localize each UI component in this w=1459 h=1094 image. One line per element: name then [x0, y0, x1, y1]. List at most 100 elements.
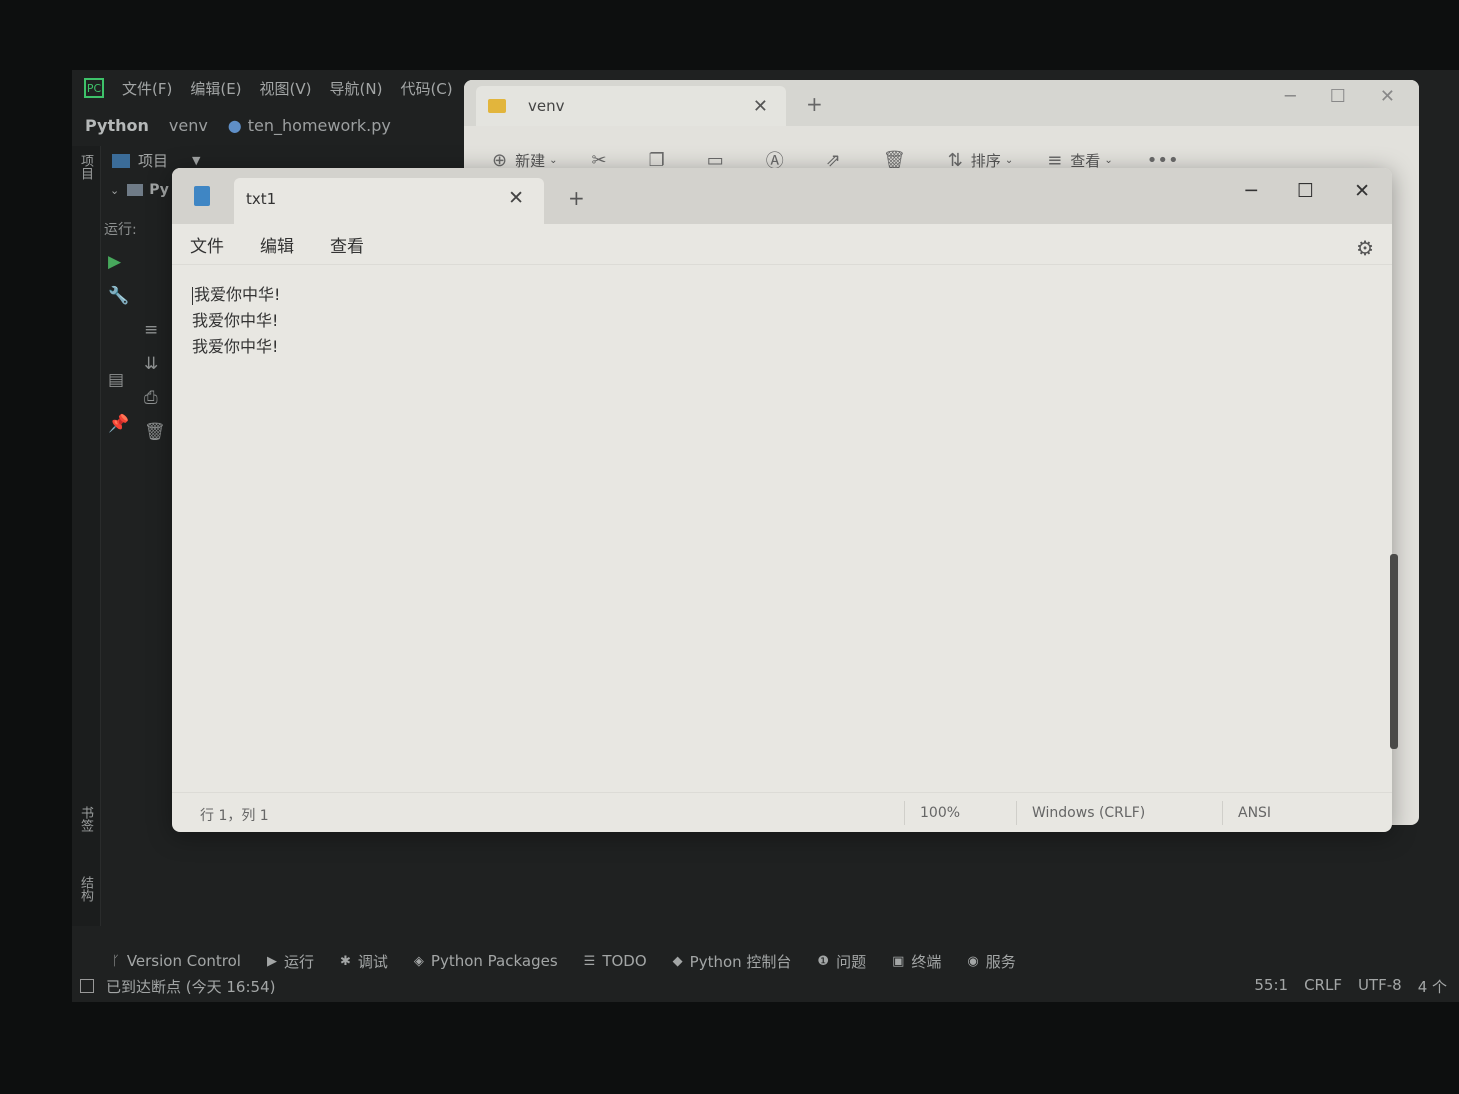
line-ending[interactable]: Windows (CRLF)	[1032, 805, 1145, 821]
line-separator[interactable]: CRLF	[1304, 976, 1342, 997]
minimize-icon[interactable]: ─	[1246, 180, 1257, 202]
ide-breadcrumb: Python venv ● ten_homework.py	[72, 110, 391, 140]
maximize-icon[interactable]: ☐	[1297, 180, 1314, 202]
project-tree-root[interactable]: ⌄ Py	[110, 182, 169, 198]
python-file-icon: ●	[227, 115, 242, 135]
ide-menu-file[interactable]: 文件(F)	[122, 78, 172, 99]
ide-menu-code[interactable]: 代码(C)	[400, 78, 452, 99]
breadcrumb-file[interactable]: ten_homework.py	[248, 116, 391, 135]
services-icon: ◉	[967, 953, 979, 969]
tab-label: Python Packages	[430, 952, 558, 970]
layout-icon[interactable]: ▤	[108, 370, 124, 390]
tool-tab-bookmarks[interactable]: 书签	[76, 806, 95, 832]
pin-icon[interactable]: 📌	[108, 414, 129, 434]
ide-left-tool-strip: 项目 书签 结构	[72, 146, 101, 926]
soft-wrap-icon[interactable]: ≡	[144, 320, 158, 340]
vertical-scrollbar[interactable]	[1390, 554, 1398, 749]
status-panel-toggle-icon[interactable]	[80, 979, 94, 993]
wrench-icon[interactable]: 🔧	[108, 286, 129, 306]
chevron-down-icon: ⌄	[1004, 154, 1014, 166]
layers-icon: ◈	[413, 953, 424, 969]
close-icon[interactable]: ✕	[1354, 180, 1370, 202]
encoding[interactable]: ANSI	[1238, 805, 1271, 821]
chevron-down-icon: ⌄	[1104, 154, 1113, 166]
print-icon[interactable]: ⎙	[144, 388, 158, 408]
status-divider	[1016, 801, 1017, 825]
python-icon: ◆	[672, 953, 683, 969]
tool-tab-todo[interactable]: ☰ TODO	[584, 952, 647, 970]
tool-tab-version-control[interactable]: ᚴ Version Control	[112, 952, 241, 970]
terminal-icon: ▣	[892, 953, 905, 969]
notepad-window: txt1 ✕ + ─ ☐ ✕ 文件 编辑 查看 ⚙ 我爱你中华! 我爱你中华! …	[172, 168, 1398, 832]
trash-icon[interactable]: 🗑	[144, 422, 166, 442]
notepad-tab-txt1[interactable]: txt1 ✕	[234, 178, 544, 224]
tool-tab-problems[interactable]: ❶ 问题	[817, 951, 866, 972]
folder-icon	[127, 184, 144, 196]
play-icon: ▶	[266, 953, 277, 969]
tool-tab-services[interactable]: ◉ 服务	[967, 951, 1015, 972]
tab-label: 终端	[911, 952, 942, 971]
rerun-icon[interactable]: ▶	[108, 252, 121, 272]
cursor-position: 行 1，列 1	[200, 808, 269, 824]
zoom-level[interactable]: 100%	[920, 805, 960, 821]
tree-expand-icon[interactable]: ⌄	[110, 184, 119, 197]
tool-tab-python-console[interactable]: ◆ Python 控制台	[673, 951, 792, 972]
notepad-menu-file[interactable]: 文件	[190, 232, 224, 257]
notepad-app-icon	[194, 186, 210, 206]
caret-position[interactable]: 55:1	[1254, 976, 1288, 997]
tab-label: 问题	[836, 952, 867, 971]
ide-menu-navigate[interactable]: 导航(N)	[330, 78, 383, 99]
notepad-titlebar: txt1 ✕ + ─ ☐ ✕	[172, 168, 1392, 224]
breadcrumb-folder[interactable]: venv	[169, 116, 208, 135]
indent-setting[interactable]: 4 个	[1418, 976, 1447, 997]
plus-icon[interactable]: +	[806, 92, 823, 116]
explorer-window-controls: ─ ☐ ✕	[1285, 86, 1395, 107]
close-icon[interactable]: ✕	[1380, 86, 1395, 107]
text-caret	[192, 286, 193, 305]
editor-line: 我爱你中华!	[192, 337, 279, 356]
close-icon[interactable]: ✕	[753, 96, 768, 117]
breadcrumb-project[interactable]: Python	[85, 116, 149, 135]
status-divider	[1222, 801, 1223, 825]
tab-label: 服务	[985, 952, 1016, 971]
plus-icon[interactable]: +	[568, 186, 585, 210]
run-panel-label: 运行:	[104, 222, 137, 238]
tool-tab-run[interactable]: ▶ 运行	[267, 951, 314, 972]
project-panel-label[interactable]: 项目	[138, 150, 168, 171]
tab-label: 调试	[357, 952, 388, 971]
pycharm-logo-icon: PC	[84, 78, 104, 98]
notepad-menu-view[interactable]: 查看	[330, 232, 364, 257]
folder-icon	[488, 99, 506, 113]
close-icon[interactable]: ✕	[508, 187, 524, 209]
status-message-text: 已到达断点 (今天 16:54)	[106, 977, 276, 996]
tool-tab-structure[interactable]: 结构	[76, 876, 95, 902]
editor-line: 我爱你中华!	[192, 311, 279, 330]
ide-menu-edit[interactable]: 编辑(E)	[190, 78, 241, 99]
text-editor-area[interactable]: 我爱你中华! 我爱你中华! 我爱你中华!	[192, 282, 1362, 782]
notepad-menu-edit[interactable]: 编辑	[260, 232, 294, 257]
notepad-window-controls: ─ ☐ ✕	[1246, 180, 1370, 202]
tab-label: Python 控制台	[689, 952, 792, 971]
minimize-icon[interactable]: ─	[1285, 86, 1296, 107]
tab-label: TODO	[602, 952, 647, 970]
tool-tab-python-packages[interactable]: ◈ Python Packages	[414, 952, 558, 970]
scroll-to-end-icon[interactable]: ⇊	[144, 354, 158, 374]
explorer-tab-title: venv	[528, 97, 565, 115]
editor-line: 我爱你中华!	[194, 285, 281, 304]
tool-tab-debug[interactable]: ✱ 调试	[340, 951, 388, 972]
explorer-tab-venv[interactable]: venv ✕	[476, 86, 786, 126]
ide-menu-view[interactable]: 视图(V)	[260, 78, 312, 99]
explorer-titlebar: venv ✕ + ─ ☐ ✕	[464, 80, 1419, 126]
notepad-tab-title: txt1	[246, 190, 277, 208]
notepad-menubar: 文件 编辑 查看	[172, 224, 1392, 265]
ide-status-bar: 已到达断点 (今天 16:54) 55:1 CRLF UTF-8 4 个	[72, 972, 1459, 1000]
tool-tab-project[interactable]: 项目	[76, 154, 95, 180]
file-encoding[interactable]: UTF-8	[1358, 976, 1402, 997]
chevron-down-icon: ⌄	[549, 154, 558, 166]
warning-icon: ❶	[817, 953, 830, 969]
chevron-down-icon[interactable]: ▼	[192, 154, 200, 167]
tool-tab-terminal[interactable]: ▣ 终端	[892, 951, 941, 972]
project-folder-icon	[112, 153, 130, 168]
gear-icon[interactable]: ⚙	[1356, 236, 1374, 260]
maximize-icon[interactable]: ☐	[1330, 86, 1346, 107]
